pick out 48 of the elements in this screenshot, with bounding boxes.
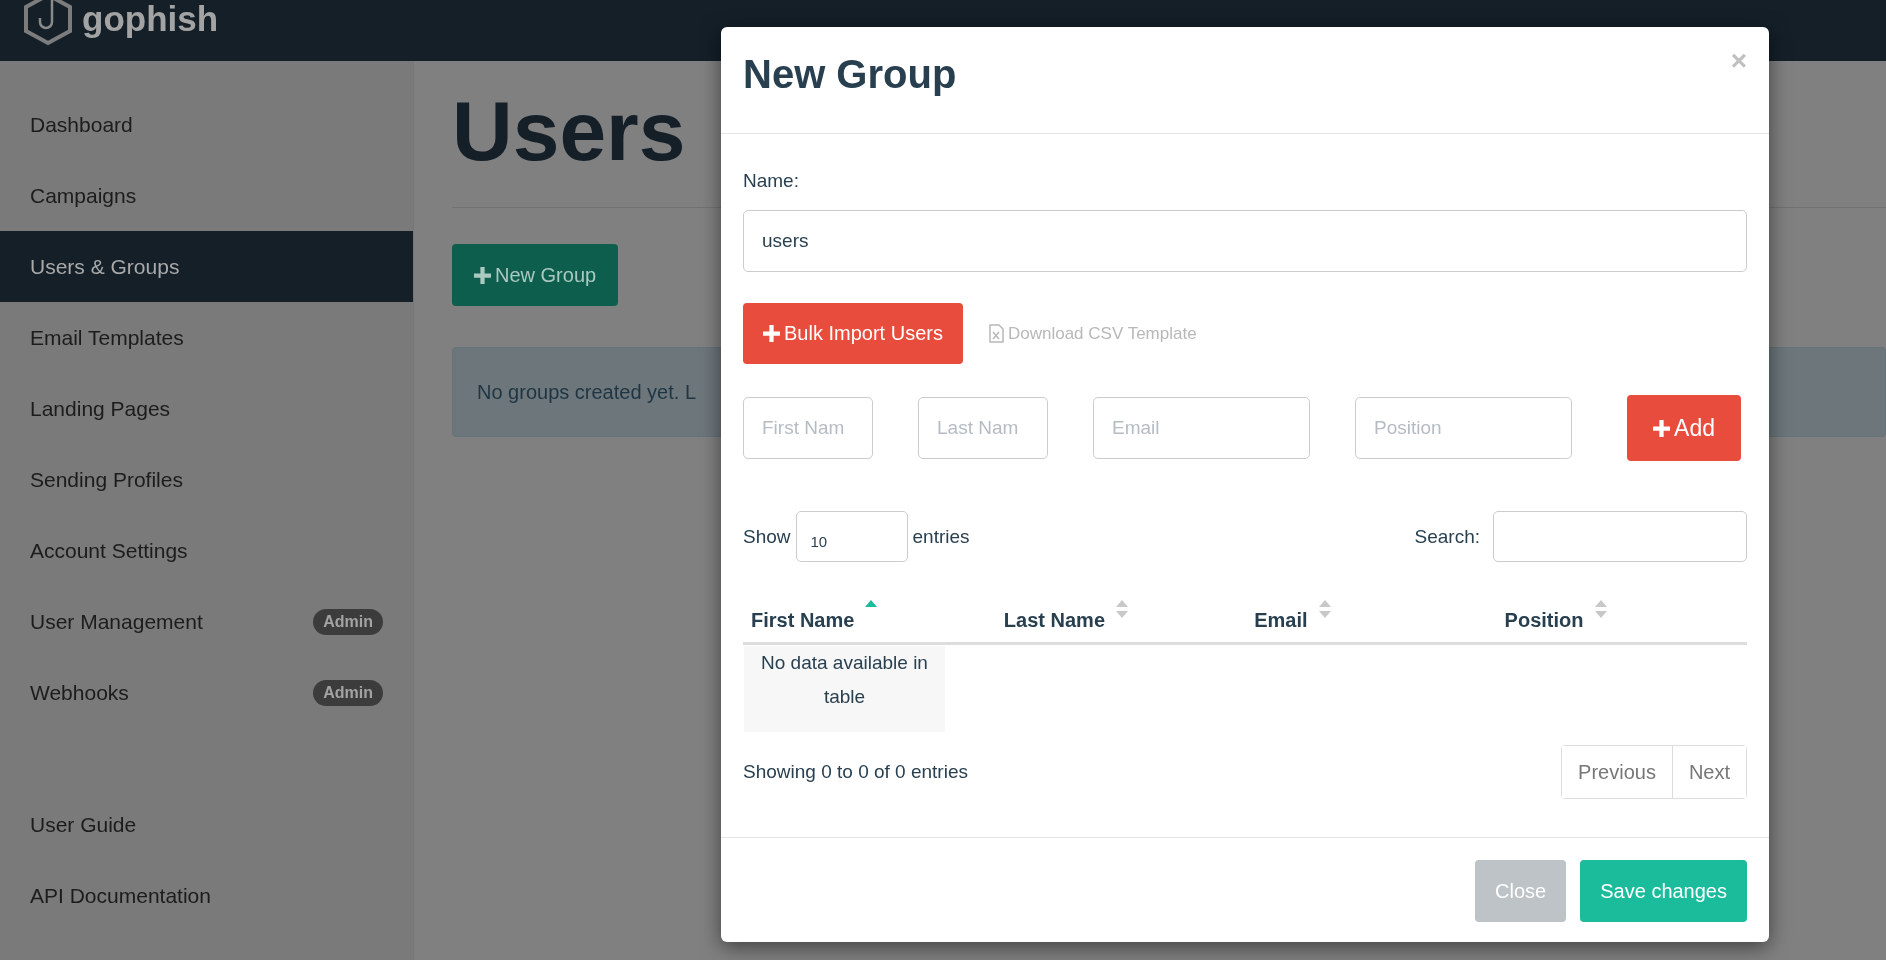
save-button[interactable]: Save changes (1580, 860, 1747, 922)
plus-icon (474, 266, 491, 284)
entries-label: entries (912, 525, 970, 548)
modal-title: New Group (743, 51, 957, 97)
sidebar-item[interactable]: Landing Pages (0, 373, 413, 444)
download-csv-link[interactable]: Download CSV Template (988, 323, 1197, 344)
bulk-import-button[interactable]: Bulk Import Users (743, 303, 963, 364)
column-header[interactable]: Email (1254, 599, 1308, 632)
column-header[interactable]: First Name (751, 599, 855, 632)
input-field[interactable]: First Nam (743, 397, 873, 459)
input-field[interactable]: Email (1093, 397, 1310, 459)
sidebar-item[interactable]: Sending Profiles (0, 444, 413, 515)
sidebar-item[interactable]: Dashboard (0, 89, 413, 160)
column-header[interactable]: Last Name (1003, 599, 1105, 632)
input-field[interactable]: Position (1355, 397, 1572, 459)
name-label: Name: (743, 170, 800, 192)
search-field[interactable] (1493, 511, 1747, 562)
sidebar-item[interactable]: Account Settings (0, 515, 413, 586)
sort-icon[interactable] (1593, 599, 1608, 619)
admin-badge: Admin (313, 608, 383, 635)
page-length-field[interactable]: 10 (795, 511, 908, 562)
sidebar-item[interactable]: Users & Groups (0, 231, 413, 302)
empty-table-message: No data available in table (744, 646, 945, 732)
name-field[interactable]: users (743, 210, 1747, 272)
sidebar-item[interactable]: User Management Admin (0, 586, 413, 657)
plus-icon (1653, 419, 1671, 437)
sort-icon[interactable] (1317, 599, 1332, 619)
sidebar-item[interactable]: Campaigns (0, 160, 413, 231)
sidebar-link[interactable]: API Documentation (0, 860, 413, 931)
hook-logo-icon (22, 0, 74, 46)
alert-text: No groups created yet. L (477, 380, 696, 404)
sidebar-item[interactable]: Webhooks Admin (0, 657, 413, 728)
show-label: Show (743, 525, 791, 548)
table-info: Showing 0 to 0 of 0 entries (743, 761, 968, 783)
admin-badge: Admin (313, 679, 383, 706)
input-field[interactable]: Last Nam (918, 397, 1048, 459)
pagination-button[interactable]: Next (1671, 746, 1746, 798)
sort-icon[interactable] (1115, 599, 1129, 619)
new-group-button[interactable]: New Group (452, 244, 619, 306)
sidebar-item[interactable]: Email Templates (0, 302, 413, 373)
column-header[interactable]: Position (1504, 599, 1584, 632)
file-icon (988, 324, 1004, 343)
add-button[interactable]: Add (1627, 395, 1741, 461)
sidebar-link[interactable]: User Guide (0, 789, 413, 860)
page-title: Users (452, 83, 686, 180)
brand-name[interactable]: gophish (82, 0, 219, 39)
search-label: Search: (1414, 525, 1480, 548)
plus-icon (763, 325, 780, 342)
